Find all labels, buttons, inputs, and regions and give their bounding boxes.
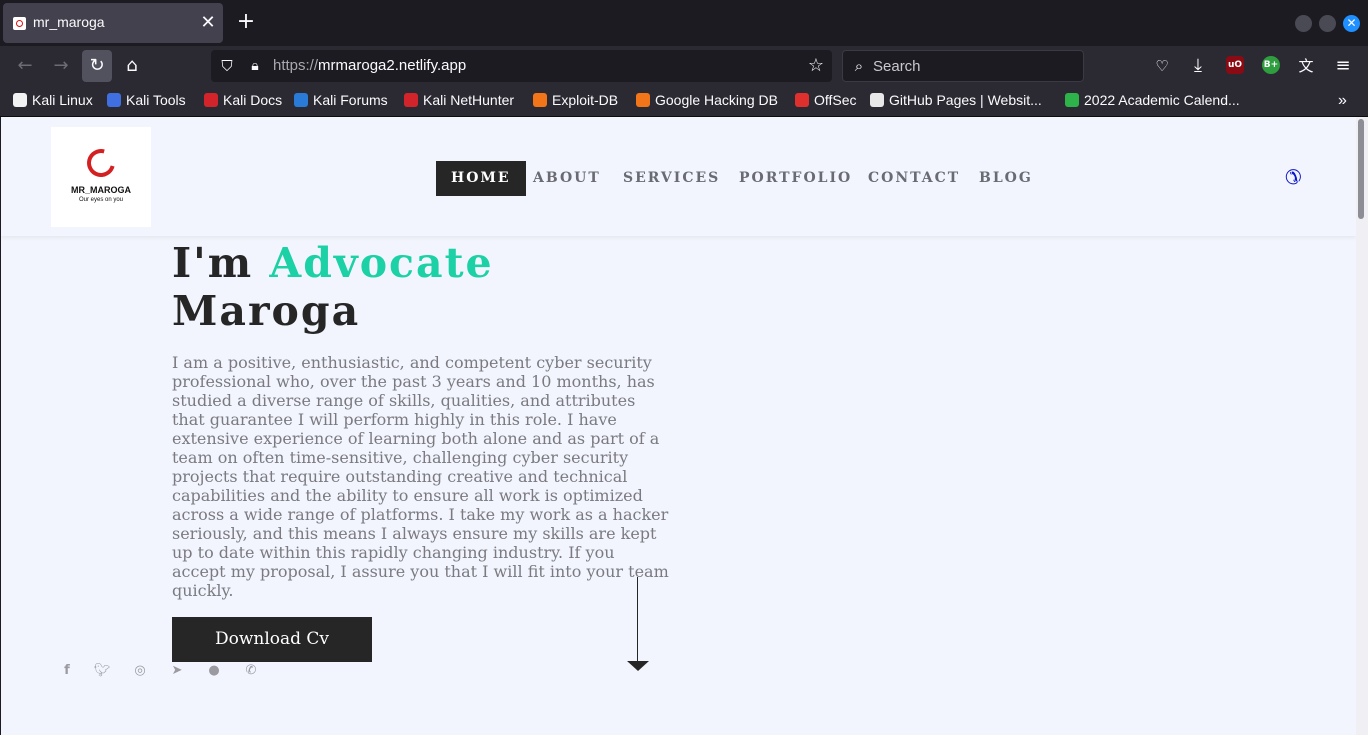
tab-strip: mr_maroga ✕ + ✕	[0, 0, 1368, 46]
github-icon[interactable]: ●	[204, 662, 224, 680]
extension-b-plus-icon[interactable]: B+	[1262, 56, 1280, 74]
web-page: MR_MAROGA Our eyes on you HOME ABOUT SER…	[1, 117, 1356, 735]
bookmark-google-hacking-db[interactable]: Google Hacking DB	[636, 92, 778, 110]
kali-forums-icon	[294, 93, 308, 107]
new-tab-button[interactable]: +	[234, 10, 258, 34]
reload-icon: ↻	[89, 55, 105, 76]
offsec-icon	[795, 93, 809, 107]
downloads-icon[interactable]: ⤓	[1186, 54, 1210, 78]
scrollbar-thumb[interactable]	[1358, 119, 1364, 219]
tab-title: mr_maroga	[33, 14, 105, 30]
download-cv-button[interactable]: Download Cv	[172, 617, 372, 662]
logo-brand-text: MR_MAROGA	[71, 185, 131, 195]
url-bar[interactable]: ⛉ 🔒︎ https://mrmaroga2.netlify.app ☆	[211, 50, 832, 82]
twitter-icon[interactable]: 🐦︎	[92, 662, 112, 680]
reload-button[interactable]: ↻	[82, 50, 112, 82]
bookmark-kali-tools[interactable]: Kali Tools	[107, 92, 186, 110]
nav-blog[interactable]: BLOG	[964, 161, 1048, 196]
close-tab-icon[interactable]: ✕	[197, 12, 219, 34]
facebook-icon[interactable]: f	[57, 662, 77, 680]
site-header: MR_MAROGA Our eyes on you HOME ABOUT SER…	[1, 117, 1356, 236]
pocket-icon[interactable]: ♡	[1150, 54, 1174, 78]
scroll-down-arrow-icon[interactable]	[627, 661, 649, 671]
close-window-button[interactable]: ✕	[1343, 15, 1360, 32]
tracking-shield-icon[interactable]: ⛉	[215, 54, 239, 78]
google-drive-icon	[1065, 93, 1079, 107]
scroll-indicator-line	[637, 577, 638, 663]
bookmark-github-pages[interactable]: GitHub Pages | Websit...	[870, 92, 1042, 110]
back-arrow-icon[interactable]: ←	[13, 54, 37, 78]
site-favicon-icon	[13, 17, 26, 30]
phone-icon[interactable]: ✆	[1285, 165, 1302, 189]
nav-about[interactable]: ABOUT	[518, 161, 616, 196]
page-scrollbar[interactable]	[1356, 117, 1368, 735]
ublock-origin-icon[interactable]: uO	[1226, 56, 1244, 74]
ghdb-icon	[636, 93, 650, 107]
kali-docs-icon	[204, 93, 218, 107]
bookmark-kali-docs[interactable]: Kali Docs	[204, 92, 282, 110]
maximize-window-button[interactable]	[1319, 15, 1336, 32]
minimize-window-button[interactable]	[1295, 15, 1312, 32]
navigation-toolbar: ← → ↻ ⌂ ⛉ 🔒︎ https://mrmaroga2.netlify.a…	[0, 46, 1368, 86]
telegram-icon[interactable]: ➤	[167, 662, 187, 680]
nav-contact[interactable]: CONTACT	[853, 161, 975, 196]
hero-prefix: I'm	[172, 239, 270, 287]
bookmark-offsec[interactable]: OffSec	[795, 92, 857, 110]
kali-tools-icon	[107, 93, 121, 107]
kali-dragon-icon	[13, 93, 27, 107]
github-icon	[870, 93, 884, 107]
nav-services[interactable]: SERVICES	[608, 161, 735, 196]
lock-icon[interactable]: 🔒︎	[243, 54, 267, 78]
logo-tagline: Our eyes on you	[78, 197, 124, 203]
bookmark-exploit-db[interactable]: Exploit-DB	[533, 92, 618, 110]
bookmark-kali-linux[interactable]: Kali Linux	[13, 92, 93, 110]
hero-description: I am a positive, enthusiastic, and compe…	[172, 353, 669, 600]
home-icon[interactable]: ⌂	[120, 54, 144, 78]
bookmarks-toolbar: Kali Linux Kali Tools Kali Docs Kali For…	[0, 86, 1368, 117]
nav-portfolio[interactable]: PORTFOLIO	[724, 161, 867, 196]
whatsapp-icon[interactable]: ✆	[241, 662, 261, 680]
browser-tab[interactable]: mr_maroga ✕	[3, 3, 223, 43]
search-bar[interactable]: ⌕ Search	[842, 50, 1084, 82]
bookmark-kali-forums[interactable]: Kali Forums	[294, 92, 388, 110]
hero-name: Maroga	[172, 287, 361, 335]
more-bookmarks-chevron-icon[interactable]: »	[1338, 92, 1347, 110]
nethunter-icon	[404, 93, 418, 107]
search-placeholder: Search	[873, 58, 921, 75]
nav-home[interactable]: HOME	[436, 161, 526, 196]
forward-arrow-icon[interactable]: →	[49, 54, 73, 78]
bookmark-star-icon[interactable]: ☆	[804, 54, 828, 78]
logo-ring-icon	[81, 143, 121, 183]
translate-icon[interactable]: 文	[1294, 54, 1318, 78]
bookmark-kali-nethunter[interactable]: Kali NetHunter	[404, 92, 514, 110]
hamburger-menu-icon[interactable]: ≡	[1331, 54, 1355, 78]
search-icon: ⌕	[854, 57, 864, 75]
hero-title: I'm Advocate Maroga	[172, 239, 494, 335]
bookmark-academic-calendar[interactable]: 2022 Academic Calend...	[1065, 92, 1240, 110]
hero-accent-word: Advocate	[269, 239, 494, 287]
url-text[interactable]: https://mrmaroga2.netlify.app	[273, 57, 466, 74]
exploit-db-icon	[533, 93, 547, 107]
instagram-icon[interactable]: ◎	[130, 662, 150, 680]
site-logo[interactable]: MR_MAROGA Our eyes on you	[51, 127, 151, 227]
